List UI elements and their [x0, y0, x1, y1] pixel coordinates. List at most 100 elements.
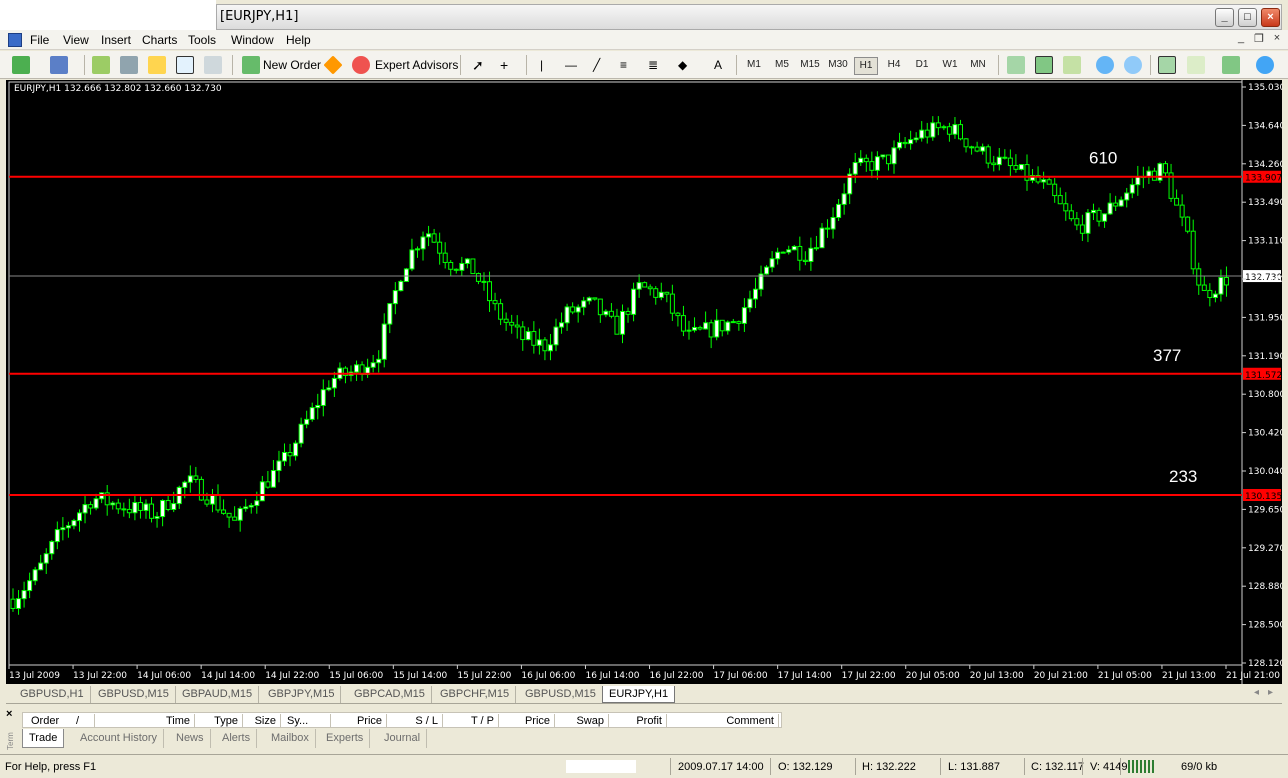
- col-profit[interactable]: Profit: [609, 714, 667, 728]
- candle-body: [387, 303, 393, 325]
- terminal-close-icon[interactable]: ×: [6, 708, 12, 720]
- candlestick-chart-icon[interactable]: [1035, 56, 1053, 74]
- cursor-icon[interactable]: ➚: [472, 54, 484, 76]
- bar-chart-icon[interactable]: [1007, 56, 1025, 74]
- timeframe-m1[interactable]: M1: [742, 57, 766, 73]
- col-time[interactable]: Time: [89, 714, 195, 728]
- menu-insert[interactable]: Insert: [101, 33, 131, 47]
- tabs-scroll-left-icon[interactable]: ◂: [1254, 687, 1259, 698]
- col-symbol[interactable]: Sy...: [281, 714, 331, 728]
- tabs-scroll-right-icon[interactable]: ▸: [1268, 687, 1273, 698]
- y-tick-label: 130.800: [1248, 390, 1282, 400]
- terminal-tab-journal[interactable]: Journal: [378, 729, 428, 748]
- terminal-tab-mailbox[interactable]: Mailbox: [265, 729, 316, 748]
- close-button[interactable]: ×: [1261, 8, 1280, 27]
- candle-body: [841, 193, 847, 205]
- col-price[interactable]: Price: [331, 714, 387, 728]
- profiles-icon[interactable]: [50, 56, 68, 74]
- mdi-restore-icon[interactable]: ❐: [1252, 32, 1266, 46]
- terminal-tab-alerts[interactable]: Alerts: [216, 729, 258, 748]
- candle-body: [802, 259, 808, 262]
- mdi-minimize-icon[interactable]: _: [1234, 32, 1248, 46]
- zoom-in-icon[interactable]: [1096, 56, 1114, 74]
- terminal-tab-experts[interactable]: Experts: [320, 729, 371, 748]
- vertical-line-icon[interactable]: |: [540, 54, 543, 76]
- timeframe-w1[interactable]: W1: [938, 57, 962, 73]
- market-watch-icon[interactable]: [92, 56, 110, 74]
- metaeditor-icon[interactable]: [323, 55, 343, 75]
- chart-shift-icon[interactable]: [1187, 56, 1205, 74]
- line-chart-icon[interactable]: [1063, 56, 1081, 74]
- mdi-close-icon[interactable]: ×: [1270, 32, 1284, 46]
- timeframe-h4[interactable]: H4: [882, 57, 906, 73]
- candle-body: [154, 516, 160, 519]
- col-current-price[interactable]: Price: [499, 714, 555, 728]
- horizontal-line-icon[interactable]: —: [565, 54, 577, 76]
- col-size[interactable]: Size: [243, 714, 281, 728]
- terminal-icon[interactable]: [176, 56, 194, 74]
- timeframe-d1[interactable]: D1: [910, 57, 934, 73]
- connection-status-icon: [1128, 760, 1154, 773]
- candle-body: [149, 503, 155, 519]
- menu-file[interactable]: File: [30, 33, 49, 47]
- candle-body: [221, 509, 227, 514]
- fibonacci-icon[interactable]: ≣: [648, 54, 658, 76]
- chart-tab[interactable]: GBPUSD,H1: [14, 686, 91, 703]
- col-sl[interactable]: S / L: [387, 714, 443, 728]
- terminal-tab-trade[interactable]: Trade: [22, 729, 65, 748]
- favorites-icon[interactable]: [148, 56, 166, 74]
- x-tick-label: 13 Jul 2009: [9, 671, 60, 681]
- x-tick-label: 14 Jul 22:00: [265, 671, 319, 681]
- strategy-tester-icon[interactable]: [204, 56, 222, 74]
- terminal-tab-news[interactable]: News: [170, 729, 211, 748]
- timeframe-m15[interactable]: M15: [798, 57, 822, 73]
- text-tool-icon[interactable]: A: [714, 54, 722, 76]
- menu-tools[interactable]: Tools: [188, 33, 216, 47]
- timeframe-m30[interactable]: M30: [826, 57, 850, 73]
- chart-tab[interactable]: GBPAUD,M15: [176, 686, 260, 703]
- x-tick-label: 20 Jul 13:00: [970, 671, 1024, 681]
- chart-tab[interactable]: GBPCHF,M15: [434, 686, 517, 703]
- menu-charts[interactable]: Charts: [142, 33, 177, 47]
- col-comment[interactable]: Comment: [667, 714, 779, 728]
- timeframe-m5[interactable]: M5: [770, 57, 794, 73]
- shapes-icon[interactable]: ◆: [678, 54, 687, 76]
- periods-icon[interactable]: [1256, 56, 1274, 74]
- navigator-icon[interactable]: [120, 56, 138, 74]
- chart-tab[interactable]: GBPUSD,M15: [519, 686, 603, 703]
- trendline-icon[interactable]: ╱: [593, 54, 600, 76]
- chart-tab[interactable]: GBPJPY,M15: [262, 686, 342, 703]
- channel-icon[interactable]: ≡: [620, 54, 627, 76]
- col-sort-icon[interactable]: /: [73, 714, 83, 728]
- chart-tab-active[interactable]: EURJPY,H1: [602, 686, 676, 703]
- expert-advisors-button[interactable]: Expert Advisors: [375, 54, 458, 76]
- col-type[interactable]: Type: [195, 714, 243, 728]
- chart-tab[interactable]: GBPCAD,M15: [348, 686, 432, 703]
- col-swap[interactable]: Swap: [555, 714, 609, 728]
- price-chart[interactable]: 132.730 133.907 131.572 130.135 610 377 233 135…: [6, 80, 1282, 684]
- zoom-out-icon[interactable]: [1124, 56, 1142, 74]
- terminal-tab-account-history[interactable]: Account History: [74, 729, 165, 748]
- candle-body: [370, 362, 376, 368]
- indicators-icon[interactable]: [1222, 56, 1240, 74]
- crosshair-icon[interactable]: +: [500, 54, 508, 76]
- col-order[interactable]: Order: [31, 714, 95, 728]
- new-order-button[interactable]: New Order: [263, 54, 321, 76]
- col-tp[interactable]: T / P: [443, 714, 499, 728]
- menu-view[interactable]: View: [63, 33, 89, 47]
- x-tick-label: 20 Jul 05:00: [906, 671, 960, 681]
- autoscroll-icon[interactable]: [1158, 56, 1176, 74]
- maximize-button[interactable]: □: [1238, 8, 1257, 27]
- candle-body: [132, 502, 138, 514]
- timeframe-mn[interactable]: MN: [966, 57, 990, 73]
- menu-help[interactable]: Help: [286, 33, 311, 47]
- menu-window[interactable]: Window: [231, 33, 274, 47]
- timeframe-h1[interactable]: H1: [854, 57, 878, 75]
- candle-body: [165, 500, 171, 510]
- new-order-icon[interactable]: [242, 56, 260, 74]
- minimize-button[interactable]: _: [1215, 8, 1234, 27]
- window-titlebar[interactable]: [EURJPY,H1] _ □ ×: [216, 4, 1282, 30]
- chart-tab[interactable]: GBPUSD,M15: [92, 686, 176, 703]
- expert-advisors-icon[interactable]: [352, 56, 370, 74]
- new-chart-icon[interactable]: [12, 56, 30, 74]
